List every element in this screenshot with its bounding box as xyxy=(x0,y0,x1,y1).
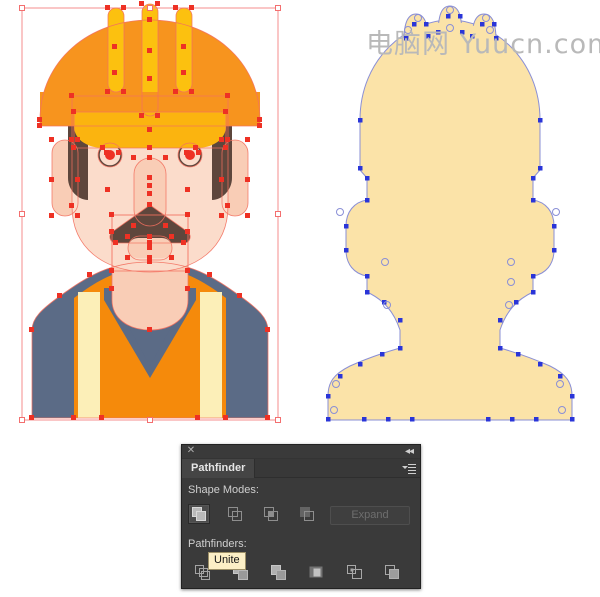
expand-button[interactable]: Expand xyxy=(330,506,410,525)
panel-menu-icon[interactable] xyxy=(402,463,416,474)
minus-back-icon xyxy=(385,564,399,579)
unite-icon xyxy=(191,506,206,521)
close-icon[interactable]: ✕ xyxy=(186,446,196,456)
shape-mode-intersect-button[interactable] xyxy=(260,504,282,524)
illustrator-canvas-screenshot: 电脑网 Yuucn.com ✕ ◂◂ Pathfinder Shape Mode… xyxy=(0,0,600,597)
crop-icon xyxy=(309,566,323,577)
shape-mode-minus-front-button[interactable] xyxy=(224,504,246,524)
pathfinder-panel[interactable]: ✕ ◂◂ Pathfinder Shape Modes: Expand Path… xyxy=(181,444,421,589)
shape-mode-unite-button[interactable] xyxy=(188,504,210,524)
outline-icon xyxy=(347,564,362,579)
pathfinder-minus-back-button[interactable] xyxy=(382,562,404,582)
shape-modes-label: Shape Modes: xyxy=(188,484,259,496)
merge-icon xyxy=(271,564,286,580)
pathfinder-crop-button[interactable] xyxy=(306,562,328,582)
exclude-icon xyxy=(299,506,314,521)
left-artwork-construction-worker[interactable] xyxy=(0,0,300,440)
panel-titlebar[interactable]: ✕ ◂◂ xyxy=(182,445,420,459)
tooltip-unite: Unite xyxy=(208,552,246,570)
pathfinders-label: Pathfinders: xyxy=(188,538,247,550)
collapse-panel-icon[interactable]: ◂◂ xyxy=(402,446,416,457)
pathfinder-outline-button[interactable] xyxy=(344,562,366,582)
intersect-icon xyxy=(263,506,278,521)
right-artwork-united-silhouette[interactable] xyxy=(300,0,600,440)
panel-tab-row[interactable]: Pathfinder xyxy=(182,459,420,478)
minus-front-icon xyxy=(227,506,242,521)
tab-pathfinder[interactable]: Pathfinder xyxy=(182,459,256,478)
panel-body: Shape Modes: Expand Pathfinders: Unite xyxy=(182,478,420,588)
shape-mode-exclude-button[interactable] xyxy=(296,504,318,524)
pathfinder-merge-button[interactable] xyxy=(268,562,290,582)
